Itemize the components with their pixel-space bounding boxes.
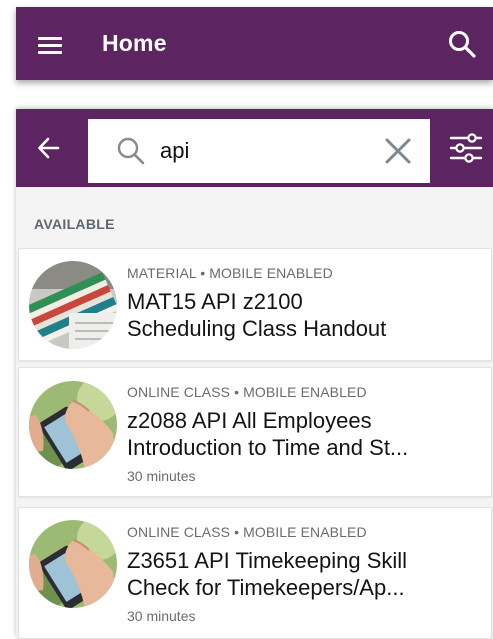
result-title-line: Introduction to Time and St... [127, 435, 409, 460]
result-duration: 30 minutes [127, 468, 196, 484]
result-card[interactable]: ONLINE CLASS • MOBILE ENABLED Z3651 API … [18, 507, 492, 639]
search-input[interactable] [160, 138, 370, 164]
result-title-line: MAT15 API z2100 [127, 289, 303, 314]
result-type-label: MATERIAL • MOBILE ENABLED [127, 265, 333, 281]
app-header: Home [16, 7, 493, 80]
result-type-label: ONLINE CLASS • MOBILE ENABLED [127, 384, 367, 400]
close-icon[interactable] [384, 137, 412, 165]
result-title-line: z2088 API All Employees [127, 408, 372, 433]
search-bar [16, 109, 493, 187]
section-header-available: AVAILABLE [34, 216, 115, 232]
result-title-line: Scheduling Class Handout [127, 316, 387, 341]
filter-sliders-icon[interactable] [449, 131, 483, 165]
page-title: Home [102, 30, 167, 56]
result-title-line: Check for Timekeepers/Ap... [127, 575, 405, 600]
material-thumbnail-image [29, 261, 117, 349]
hand-touchscreen-thumbnail-image [29, 381, 117, 469]
search-field[interactable] [88, 119, 430, 183]
hamburger-menu-icon[interactable] [38, 34, 62, 54]
result-type-label: ONLINE CLASS • MOBILE ENABLED [127, 524, 367, 540]
hand-touchscreen-thumbnail-image [29, 520, 117, 608]
result-text: ONLINE CLASS • MOBILE ENABLED z2088 API … [127, 383, 481, 485]
result-title-line: Z3651 API Timekeeping Skill [127, 548, 408, 573]
result-duration: 30 minutes [127, 608, 196, 624]
result-card[interactable]: ONLINE CLASS • MOBILE ENABLED z2088 API … [18, 367, 492, 497]
result-text: MATERIAL • MOBILE ENABLED MAT15 API z210… [127, 264, 481, 342]
result-text: ONLINE CLASS • MOBILE ENABLED Z3651 API … [127, 523, 481, 625]
search-panel: AVAILABLE MATERIAL • MOBILE ENABLED MAT1… [16, 109, 493, 639]
arrow-left-icon[interactable] [36, 135, 62, 161]
search-icon[interactable] [447, 29, 477, 59]
search-icon [117, 137, 145, 165]
result-card[interactable]: MATERIAL • MOBILE ENABLED MAT15 API z210… [18, 248, 492, 361]
